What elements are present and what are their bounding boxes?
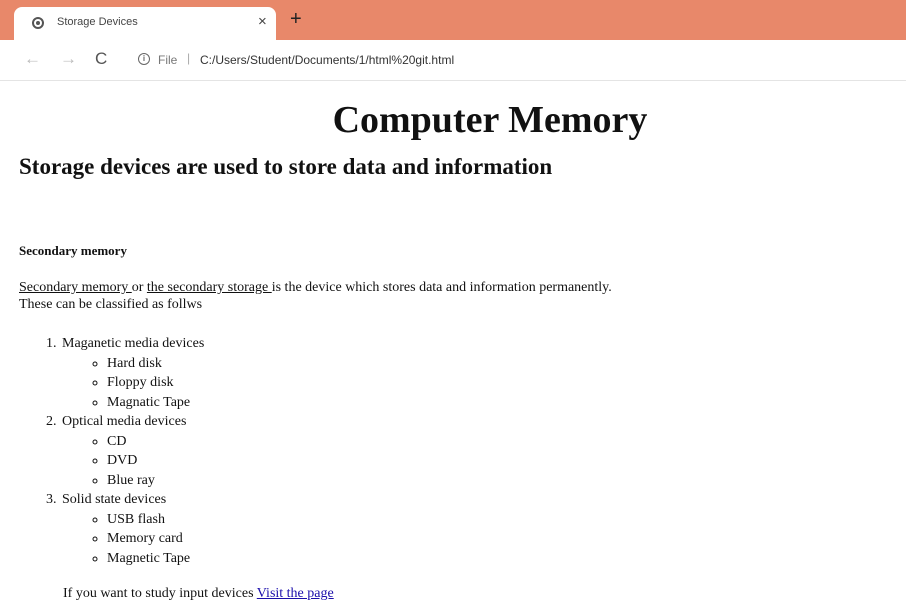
list-item-solid-state: Solid state devices USB flash Memory car… <box>60 490 204 568</box>
forward-arrow-icon[interactable]: → <box>60 50 77 68</box>
info-icon[interactable]: i <box>138 53 150 65</box>
new-tab-button[interactable]: + <box>290 9 302 29</box>
footer-line: If you want to study input devices Visit… <box>63 586 334 602</box>
list-item: Floppy disk <box>107 373 204 393</box>
class-label: Maganetic media devices <box>62 336 205 351</box>
globe-icon <box>32 17 44 29</box>
file-label: File <box>158 53 178 67</box>
section-heading: Secondary memory <box>19 243 127 258</box>
tab-title: Storage Devices <box>57 16 138 28</box>
footer-text: If you want to study input devices <box>63 586 257 601</box>
list-item: CD <box>107 432 204 452</box>
intro-text-rest: is the device which stores data and info… <box>271 280 612 295</box>
page-title: Computer Memory <box>332 99 648 141</box>
reload-icon[interactable]: C <box>95 50 107 68</box>
list-item: Memory card <box>107 529 204 549</box>
list-item-magnetic: Maganetic media devices Hard disk Floppy… <box>60 334 204 412</box>
class-label: Optical media devices <box>62 414 187 429</box>
page-subtitle: Storage devices are used to store data a… <box>19 154 553 179</box>
secondary-memory-term: Secondary memory <box>19 280 132 295</box>
browser-toolbar: ← → C i File | C:/Users/Student/Document… <box>0 40 906 81</box>
address-separator: | <box>187 51 191 65</box>
list-item: Magnetic Tape <box>107 549 204 569</box>
intro-text-or: or <box>131 280 147 295</box>
list-item: Magnatic Tape <box>107 393 204 413</box>
list-item: USB flash <box>107 510 204 530</box>
list-item-optical: Optical media devices CD DVD Blue ray <box>60 412 204 490</box>
list-item: DVD <box>107 451 204 471</box>
sub-list: USB flash Memory card Magnetic Tape <box>62 510 204 569</box>
device-class-list: Maganetic media devices Hard disk Floppy… <box>0 334 204 568</box>
address-bar[interactable]: i File | C:/Users/Student/Documents/1/ht… <box>130 49 890 71</box>
class-label: Solid state devices <box>62 492 167 507</box>
list-item: Hard disk <box>107 354 204 374</box>
visit-page-link[interactable]: Visit the page <box>257 586 334 601</box>
tab-close-icon[interactable]: × <box>258 13 267 30</box>
url-text[interactable]: C:/Users/Student/Documents/1/html%20git.… <box>200 53 454 67</box>
sub-list: Hard disk Floppy disk Magnatic Tape <box>62 354 204 413</box>
intro-line2: These can be classified as follws <box>19 297 203 312</box>
sub-list: CD DVD Blue ray <box>62 432 204 491</box>
secondary-storage-term: the secondary storage <box>146 280 272 295</box>
list-item: Blue ray <box>107 471 204 491</box>
tab-strip: Storage Devices × + <box>0 0 906 40</box>
back-arrow-icon[interactable]: ← <box>24 50 41 68</box>
intro-paragraph: Secondary memory or the secondary storag… <box>19 279 899 313</box>
tab-storage-devices[interactable]: Storage Devices × <box>14 7 276 40</box>
